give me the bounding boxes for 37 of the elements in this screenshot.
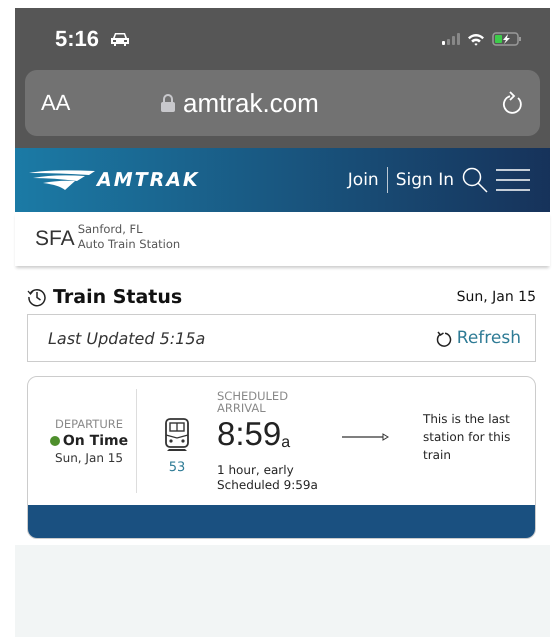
logo-icon <box>29 169 95 191</box>
last-updated-text: Last Updated 5:15a <box>48 328 206 348</box>
clock-time: 5:16 <box>55 26 100 52</box>
url-text: amtrak.com <box>183 88 319 118</box>
arrival-difference: 1 hour, early <box>217 462 295 478</box>
wifi-icon <box>467 32 485 46</box>
menu-icon[interactable] <box>496 168 530 192</box>
departure-label: DEPARTURE <box>54 417 124 431</box>
arrival-label: SCHEDULED ARRIVAL <box>217 390 290 414</box>
car-icon <box>110 32 130 46</box>
section-title: Train Status <box>53 286 182 308</box>
search-icon[interactable] <box>462 167 488 193</box>
lock-icon <box>161 94 175 112</box>
nav-link[interactable]: Sign In <box>396 170 454 190</box>
arrival-time: 8:59$_{a}$ <box>217 414 292 454</box>
status-date: Sun, Jan 15 <box>456 289 536 305</box>
train-number[interactable]: 53 <box>168 460 186 474</box>
logo-text[interactable]: AMTRAK <box>97 169 200 191</box>
departure-date: Sun, Jan 15 <box>54 451 124 465</box>
history-icon <box>27 287 47 307</box>
battery-icon <box>492 32 522 46</box>
train-icon <box>164 418 190 452</box>
nav-link[interactable]: Join <box>348 170 379 190</box>
scheduled-time: Scheduled 9:59a <box>217 478 319 492</box>
status-dot <box>50 436 60 446</box>
station-code: SFA <box>35 227 75 251</box>
last-station-note: This is the last station for this train <box>423 411 512 464</box>
refresh-icon[interactable] <box>436 330 452 346</box>
address-bar[interactable]: AA amtrak.com <box>25 70 540 136</box>
signal-icon <box>442 33 460 45</box>
station-city: Sanford, FL <box>78 222 144 237</box>
text-size-button[interactable]: AA <box>41 90 161 116</box>
status-text: On Time <box>62 433 128 449</box>
reload-icon[interactable] <box>502 91 524 115</box>
refresh-link[interactable]: Refresh <box>456 328 521 348</box>
station-name: Auto Train Station <box>78 237 180 252</box>
arrow-icon <box>342 433 389 441</box>
